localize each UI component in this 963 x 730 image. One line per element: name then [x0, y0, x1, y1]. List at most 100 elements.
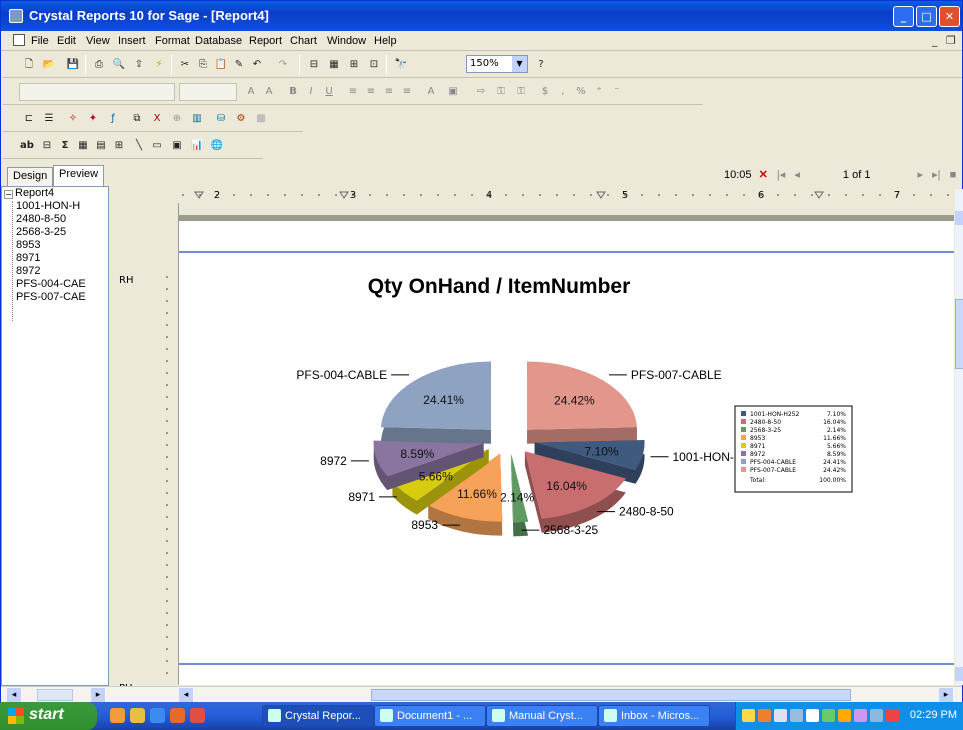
tray-monitor-icon[interactable]: [774, 709, 787, 722]
mdi-minimize-icon[interactable]: _: [932, 34, 938, 47]
decimal-decrease-icon[interactable]: ⁻: [609, 84, 625, 99]
vertical-scroll-thumb[interactable]: [955, 299, 963, 369]
open-icon[interactable]: 📂: [41, 57, 57, 72]
template-icon[interactable]: ▥: [189, 111, 205, 126]
font-select[interactable]: [19, 83, 175, 101]
tree-scroll-thumb[interactable]: [37, 689, 73, 701]
formula-workshop-icon[interactable]: ƒ: [105, 111, 121, 126]
print-preview-icon[interactable]: 🔍: [111, 57, 127, 72]
scroll-up-icon[interactable]: [955, 211, 963, 225]
tray-search-icon[interactable]: [806, 709, 819, 722]
menu-format[interactable]: Format: [155, 35, 190, 47]
report-explorer-icon[interactable]: ⊞: [346, 57, 362, 72]
toggle-tree-icon[interactable]: ⊟: [306, 57, 322, 72]
tree-root[interactable]: Report4: [15, 187, 54, 199]
tray-network-icon[interactable]: [790, 709, 803, 722]
zoom-select[interactable]: 150% ▼: [466, 55, 528, 73]
paste-icon[interactable]: 📋: [213, 57, 229, 72]
menu-window[interactable]: Window: [327, 35, 366, 47]
highlight-expert-icon[interactable]: ⧉: [129, 111, 145, 126]
bold-icon[interactable]: B: [285, 84, 301, 99]
font-color-icon[interactable]: A: [423, 84, 439, 99]
refresh-icon[interactable]: ⚡: [151, 57, 167, 72]
copy-icon[interactable]: ⎘: [195, 57, 211, 72]
italic-icon[interactable]: I: [303, 84, 319, 99]
insert-summary-icon[interactable]: Σ: [57, 138, 73, 153]
cut-icon[interactable]: ✂: [177, 57, 193, 72]
undo-icon[interactable]: ↶: [249, 57, 265, 72]
select-expert-icon[interactable]: ✧: [65, 111, 81, 126]
decrease-font-icon[interactable]: A: [261, 84, 277, 99]
currency-icon[interactable]: $: [537, 84, 553, 99]
tree-scroll-right-icon[interactable]: ▸: [91, 688, 105, 702]
hyperlink-icon[interactable]: ⊕: [169, 111, 185, 126]
align-center-icon[interactable]: ≡: [363, 84, 379, 99]
export-icon[interactable]: ⇪: [131, 57, 147, 72]
tray-app-icon[interactable]: [758, 709, 771, 722]
tree-item[interactable]: 8953: [16, 239, 40, 251]
align-right-icon[interactable]: ≡: [381, 84, 397, 99]
last-page-icon[interactable]: ▸|: [932, 169, 940, 181]
menu-report[interactable]: Report: [249, 35, 282, 47]
tray-phone-icon[interactable]: [870, 709, 883, 722]
print-icon[interactable]: ⎙: [91, 57, 107, 72]
tray-alert-icon[interactable]: [886, 709, 899, 722]
stop-icon[interactable]: ■: [950, 169, 957, 181]
redo-icon[interactable]: ↷: [275, 57, 291, 72]
border-icon[interactable]: ▣: [445, 84, 461, 99]
tree-scroll-left-icon[interactable]: ◂: [7, 688, 21, 702]
horizontal-scrollbar[interactable]: ◂ ▸ ◂ ▸: [1, 686, 962, 703]
tree-item[interactable]: PFS-007-CAE: [16, 291, 86, 303]
document-icon[interactable]: [13, 34, 25, 46]
menu-view[interactable]: View: [86, 35, 110, 47]
tree-item[interactable]: PFS-004-CAE: [16, 278, 86, 290]
insert-text-icon[interactable]: ab: [19, 138, 35, 153]
menu-insert[interactable]: Insert: [118, 35, 146, 47]
group-expert-icon[interactable]: ⊏: [21, 111, 37, 126]
close-view-icon[interactable]: ✕: [759, 169, 768, 181]
tree-item[interactable]: 2568-3-25: [16, 226, 66, 238]
tray-security-icon[interactable]: [838, 709, 851, 722]
thousands-icon[interactable]: ,: [555, 84, 571, 99]
insert-subreport-icon[interactable]: ⊞: [111, 138, 127, 153]
sort-expert-icon[interactable]: ☰: [41, 111, 57, 126]
scroll-left-icon[interactable]: ◂: [179, 688, 193, 702]
insert-picture-icon[interactable]: ▣: [169, 138, 185, 153]
vertical-scrollbar[interactable]: [955, 189, 963, 685]
format-painter-icon[interactable]: ✎: [231, 57, 247, 72]
help-pointer-icon[interactable]: ?: [533, 57, 549, 72]
tree-item[interactable]: 8972: [16, 265, 40, 277]
quicklaunch-app-icon[interactable]: [190, 708, 205, 723]
quicklaunch-desktop-icon[interactable]: [110, 708, 125, 723]
database-expert-icon[interactable]: ⛁: [213, 111, 229, 126]
menu-edit[interactable]: Edit: [57, 35, 76, 47]
maximize-button[interactable]: □: [916, 6, 937, 27]
insert-box-icon[interactable]: ▭: [149, 138, 165, 153]
percent-icon[interactable]: %: [573, 84, 589, 99]
insert-olap-icon[interactable]: ▤: [93, 138, 109, 153]
justify-icon[interactable]: ≡: [399, 84, 415, 99]
insert-group-icon[interactable]: ⊟: [39, 138, 55, 153]
menu-chart[interactable]: Chart: [290, 35, 317, 47]
quicklaunch-notes-icon[interactable]: [130, 708, 145, 723]
title-bar[interactable]: Crystal Reports 10 for Sage - [Report4] …: [1, 1, 962, 31]
lock-size-icon[interactable]: ⚿: [513, 84, 529, 99]
insert-chart-icon[interactable]: 📊: [189, 138, 205, 153]
first-page-icon[interactable]: |◂: [777, 169, 785, 181]
task-crystal-reports[interactable]: Crystal Repor...: [262, 705, 374, 727]
mdi-restore-icon[interactable]: ❐: [946, 34, 956, 47]
tab-preview[interactable]: Preview: [53, 165, 105, 186]
tree-item[interactable]: 8971: [16, 252, 40, 264]
tree-item[interactable]: 2480-8-50: [16, 213, 66, 225]
increase-font-icon[interactable]: A: [243, 84, 259, 99]
next-page-icon[interactable]: ▸: [918, 169, 924, 181]
suppress-icon[interactable]: ⇨: [473, 84, 489, 99]
repository-icon[interactable]: ⊡: [366, 57, 382, 72]
group-tree[interactable]: − Report4 1001-HON-H 2480-8-50 2568-3-25…: [1, 186, 109, 686]
horizontal-scroll-thumb[interactable]: [371, 689, 851, 701]
menu-file[interactable]: File: [31, 35, 49, 47]
quicklaunch-ie-icon[interactable]: [150, 708, 165, 723]
insert-crosstab-icon[interactable]: ▦: [75, 138, 91, 153]
tray-volume-icon[interactable]: [854, 709, 867, 722]
running-total-icon[interactable]: ⚙: [233, 111, 249, 126]
